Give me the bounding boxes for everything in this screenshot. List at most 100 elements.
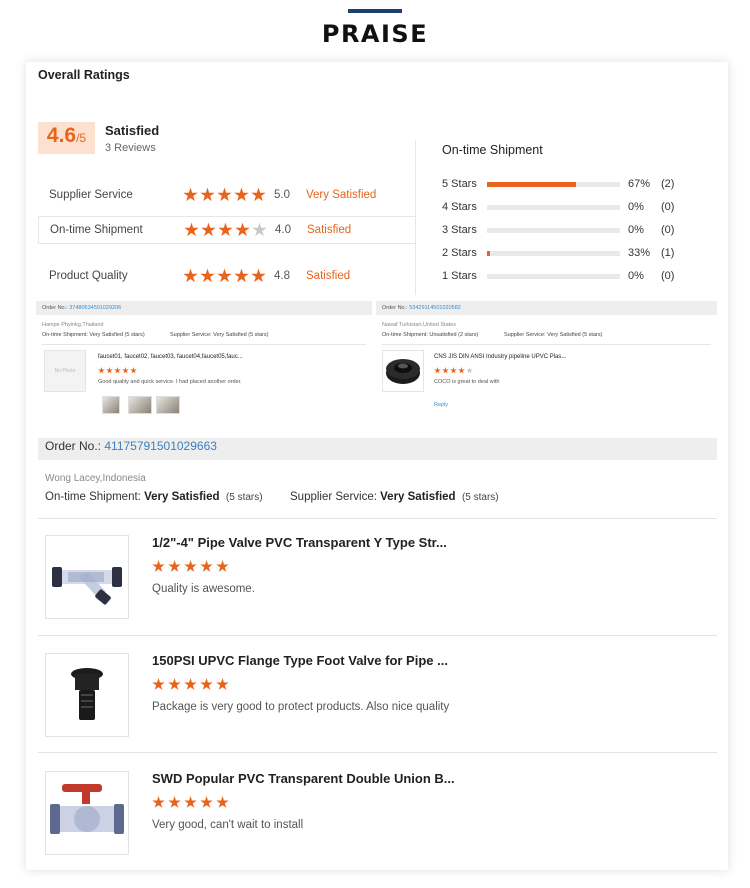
product-title[interactable]: 1/2"-4" Pipe Valve PVC Transparent Y Typ… <box>152 535 447 550</box>
mini-comment: Good quality and quick service. I had pl… <box>98 379 242 385</box>
review-count: 3 Reviews <box>105 142 156 154</box>
rating-row-supplier-service[interactable]: Supplier Service 5.0 Very Satisfied <box>38 181 415 209</box>
rating-stars <box>183 268 266 284</box>
mini-service: Supplier Service: Very Satisfied (5 star… <box>504 332 603 338</box>
rating-value: 4.0 <box>275 224 291 236</box>
mini-comment: COCO is great to deal with <box>434 379 500 385</box>
title-accent-bar <box>348 9 402 13</box>
review-photo-thumbnail[interactable] <box>102 396 120 414</box>
service-label: Supplier Service: <box>290 491 377 503</box>
order-header: Order No.: 41175791501029663 <box>38 438 717 460</box>
bar-track <box>487 228 620 233</box>
divider <box>38 518 717 519</box>
bar-percent: 33% <box>628 247 651 259</box>
product-title[interactable]: 150PSI UPVC Flange Type Foot Valve for P… <box>152 653 448 668</box>
overall-score-suffix: /5 <box>76 131 87 145</box>
product-title[interactable]: SWD Popular PVC Transparent Double Union… <box>152 771 455 786</box>
section-title: PRAISE <box>321 20 429 48</box>
shipment-stars-text: (5 stars) <box>225 492 263 503</box>
rating-stars <box>183 187 266 203</box>
divider <box>38 635 717 636</box>
mini-product-title[interactable]: faucet01, faucet02, faucet03, faucet04,f… <box>98 354 243 360</box>
bar-fill <box>487 251 490 256</box>
product-stars <box>152 796 229 809</box>
bar-count: (2) <box>661 178 675 190</box>
star-filled-icon <box>251 268 266 283</box>
rating-value: 4.8 <box>274 270 290 282</box>
overall-ratings-title: Overall Ratings <box>38 68 130 82</box>
overall-satisfaction: Satisfied <box>105 123 160 138</box>
mini-product-stars <box>434 367 473 374</box>
mini-divider <box>42 344 366 345</box>
star-empty-icon <box>252 222 267 237</box>
service-stars-text: (5 stars) <box>461 492 499 503</box>
star-filled-icon <box>122 367 129 374</box>
rating-word: Very Satisfied <box>306 189 377 201</box>
mini-product-title[interactable]: CNS JIS DIN ANSI Industry pipeline UPVC … <box>434 354 566 360</box>
star-filled-icon <box>442 367 449 374</box>
overall-score-badge: 4.6 /5 <box>38 122 95 154</box>
bar-track <box>487 251 620 256</box>
rating-label: On-time Shipment <box>50 224 143 236</box>
mini-buyer: Hampe Phyinkg,Thailand <box>42 322 104 328</box>
star-filled-icon <box>234 187 249 202</box>
order-label: Order No.: <box>45 439 102 453</box>
flange-icon <box>386 359 420 384</box>
star-filled-icon <box>200 187 215 202</box>
star-filled-icon <box>168 560 181 572</box>
star-filled-icon <box>184 560 197 572</box>
bar-count: (0) <box>661 201 675 213</box>
star-empty-icon <box>466 367 473 374</box>
star-filled-icon <box>184 678 197 690</box>
star-filled-icon <box>200 678 213 690</box>
mini-order-link[interactable]: 53429114501020582 <box>409 305 461 311</box>
flange-product-thumbnail[interactable] <box>382 350 424 392</box>
star-filled-icon <box>114 367 121 374</box>
bar-count: (0) <box>661 224 675 236</box>
mini-order-link[interactable]: 37480634501029206 <box>69 305 121 311</box>
star-filled-icon <box>216 560 229 572</box>
star-filled-icon <box>458 367 465 374</box>
bar-count: (0) <box>661 270 675 282</box>
mini-order-label: Order No.: <box>42 305 68 311</box>
product-thumbnail[interactable] <box>45 771 129 855</box>
bar-fill <box>487 182 577 187</box>
rating-row-on-time-shipment[interactable]: On-time Shipment 4.0 Satisfied <box>38 216 415 244</box>
product-comment: Quality is awesome. <box>152 583 255 595</box>
mini-review-1: Order No.: 37480634501029206 Hampe Phyin… <box>36 301 372 419</box>
star-filled-icon <box>251 187 266 202</box>
product-stars <box>152 560 229 573</box>
star-filled-icon <box>234 268 249 283</box>
ball-valve-icon <box>50 784 124 834</box>
bar-percent: 0% <box>628 201 644 213</box>
star-filled-icon <box>168 796 181 808</box>
product-review-3: SWD Popular PVC Transparent Double Union… <box>45 771 717 855</box>
bar-percent: 67% <box>628 178 651 190</box>
shipment-rating-text: On-time Shipment: Very Satisfied (5 star… <box>45 491 263 503</box>
star-filled-icon <box>216 678 229 690</box>
product-thumbnail[interactable] <box>45 535 129 619</box>
product-comment: Very good, can't wait to install <box>152 819 304 831</box>
order-number-link[interactable]: 41175791501029663 <box>104 439 217 453</box>
review-photo-thumbnail[interactable] <box>128 396 152 414</box>
rating-stars <box>184 222 267 238</box>
mini-divider <box>382 344 711 345</box>
bar-label: 3 Stars <box>442 224 477 236</box>
star-filled-icon <box>217 187 232 202</box>
rating-label: Supplier Service <box>49 189 133 201</box>
bar-label: 2 Stars <box>442 247 477 259</box>
reply-link[interactable]: Reply <box>434 402 448 408</box>
mini-order-header: Order No.: 37480634501029206 <box>36 301 372 315</box>
bar-percent: 0% <box>628 224 644 236</box>
product-thumbnail[interactable] <box>45 653 129 737</box>
rating-label: Product Quality <box>49 270 128 282</box>
no-photo-thumbnail[interactable]: No Photo <box>44 350 86 392</box>
bar-label: 4 Stars <box>442 201 477 213</box>
star-filled-icon <box>184 796 197 808</box>
star-filled-icon <box>200 796 213 808</box>
mini-review-2: Order No.: 53429114501020582 Nawaf Turki… <box>376 301 717 419</box>
rating-row-product-quality[interactable]: Product Quality 4.8 Satisfied <box>38 262 415 290</box>
bar-label: 5 Stars <box>442 178 477 190</box>
shipment-distribution-title: On-time Shipment <box>442 143 543 157</box>
review-photo-thumbnail[interactable] <box>156 396 180 414</box>
